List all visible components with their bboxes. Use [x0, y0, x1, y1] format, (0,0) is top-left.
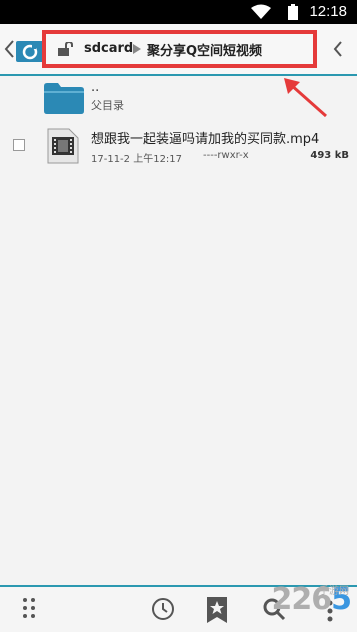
chevron-left-icon[interactable] — [3, 39, 15, 59]
star-icon[interactable] — [207, 597, 227, 623]
unlock-icon[interactable] — [58, 42, 74, 56]
parent-dots: .. — [91, 80, 100, 95]
storage-home-icon[interactable] — [16, 38, 44, 62]
watermark-number-a: 22 — [271, 582, 313, 617]
wifi-icon — [251, 4, 271, 19]
clock-icon[interactable] — [151, 597, 175, 621]
breadcrumb-root[interactable]: sdcard — [84, 41, 133, 56]
breadcrumb-current[interactable]: 聚分享Q空间短视频 — [147, 40, 262, 59]
toolbar: sdcard 聚分享Q空间短视频 — [0, 24, 357, 76]
file-row[interactable]: 想跟我一起装逼吗请加我的买同款.mp4 17-11-2 上午12:17 ----… — [0, 122, 357, 172]
grid-menu-icon[interactable] — [22, 597, 36, 619]
watermark: 2265 手游网 — [272, 582, 352, 617]
video-file-icon — [47, 128, 79, 164]
file-date: 17-11-2 上午12:17 — [91, 154, 183, 165]
breadcrumb-separator-icon — [133, 44, 141, 54]
file-list: .. 父目录 想跟我一起装逼吗请加我的买同款.mp4 17-11-2 上午12:… — [0, 78, 357, 172]
chevron-left-icon[interactable] — [333, 40, 343, 58]
status-time: 12:18 — [309, 3, 347, 20]
breadcrumb: sdcard 聚分享Q空间短视频 — [42, 30, 317, 68]
parent-label: 父目录 — [91, 99, 124, 112]
folder-icon — [44, 83, 84, 114]
file-permissions: ----rwxr-x — [203, 150, 249, 161]
parent-directory-row[interactable]: .. 父目录 — [0, 78, 357, 118]
watermark-text-a: 手游网 — [319, 586, 349, 597]
file-size: 493 kB — [310, 150, 349, 161]
file-checkbox[interactable] — [13, 139, 25, 151]
battery-icon — [288, 4, 298, 20]
file-name: 想跟我一起装逼吗请加我的买同款.mp4 — [91, 132, 320, 147]
status-bar: 12:18 — [0, 0, 357, 24]
